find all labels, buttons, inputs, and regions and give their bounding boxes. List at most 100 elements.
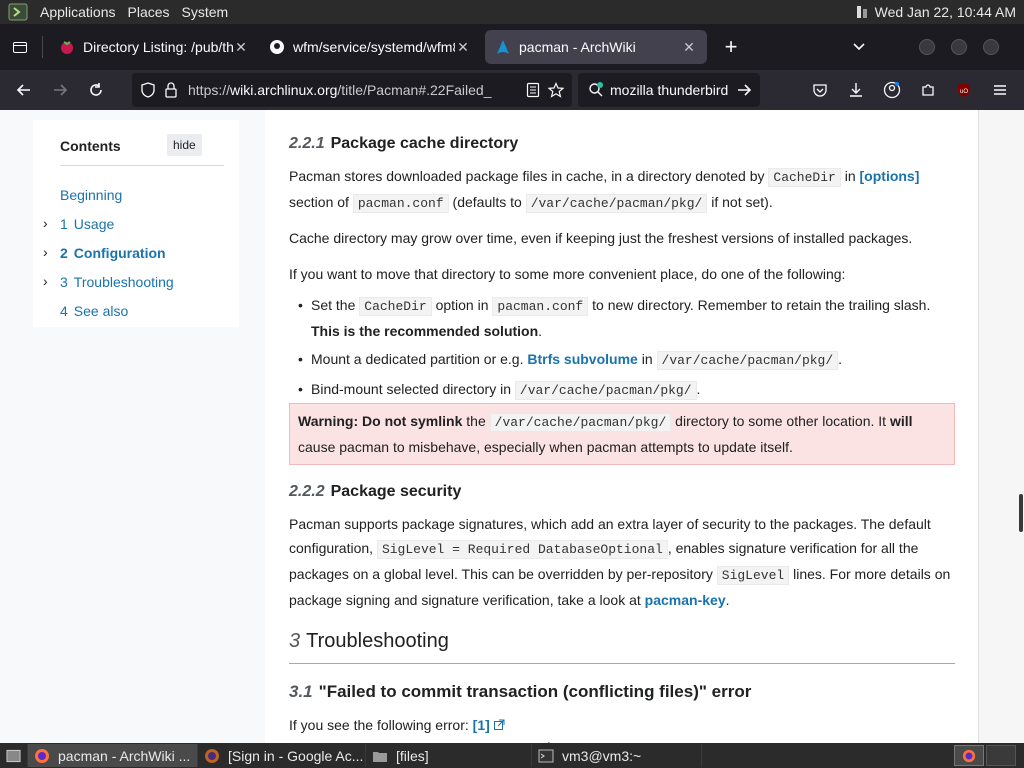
toc-heading: Contents <box>60 138 121 154</box>
tab-overview-button[interactable] <box>4 31 36 63</box>
ublock-button[interactable]: uO <box>948 74 980 106</box>
tab-title: pacman - ArchWiki <box>519 39 636 55</box>
tab-overview-icon <box>13 42 27 53</box>
toc-item-label: Beginning <box>60 187 123 203</box>
tab-close-icon[interactable]: ✕ <box>233 39 249 55</box>
applications-menu[interactable]: Applications <box>34 0 122 24</box>
show-desktop-button[interactable] <box>0 744 28 767</box>
taskbar-item-terminal[interactable]: vm3@vm3:~ <box>532 744 702 767</box>
link-btrfs-subvolume[interactable]: Btrfs subvolume <box>527 351 637 367</box>
lock-icon[interactable] <box>164 82 178 98</box>
search-go-arrow-icon[interactable] <box>736 82 752 98</box>
reader-view-icon[interactable] <box>526 82 540 98</box>
raspberry-favicon <box>61 41 73 54</box>
chevron-right-icon[interactable]: › <box>43 244 48 260</box>
emphasis: will <box>889 413 913 429</box>
toc-hide-button[interactable]: hide <box>167 134 202 156</box>
tab-github[interactable]: wfm/service/systemd/wfm8 ✕ <box>259 30 481 64</box>
account-button[interactable] <box>876 74 908 106</box>
taskbar-item-label: pacman - ArchWiki ... <box>58 747 191 764</box>
tab-directory-listing[interactable]: Directory Listing: /pub/thun ✕ <box>49 30 259 64</box>
list-all-tabs-button[interactable] <box>843 31 875 63</box>
system-top-bar: Applications Places System Wed Jan 22, 1… <box>0 0 1024 24</box>
new-tab-button[interactable]: + <box>715 31 747 63</box>
link-reference-1[interactable]: [1] <box>473 717 490 733</box>
link-options[interactable]: [options] <box>860 168 920 184</box>
toc-item-see-also[interactable]: 4 See also <box>60 303 128 319</box>
window-close-button[interactable] <box>983 39 999 55</box>
clock[interactable]: Wed Jan 22, 10:44 AM <box>869 4 1020 20</box>
section-title: "Failed to commit transaction (conflicti… <box>318 682 752 701</box>
app-menu-button[interactable] <box>984 74 1016 106</box>
text: to new directory. Remember to retain the… <box>592 297 931 313</box>
heading-package-cache-directory: 2.2.1 Package cache directory <box>289 135 518 153</box>
workspace-2[interactable] <box>986 745 1016 766</box>
article-body: 2.2.1 Package cache directory Pacman stor… <box>265 110 978 743</box>
text: in <box>844 168 856 184</box>
chevron-right-icon[interactable]: › <box>43 215 48 231</box>
url-bar[interactable]: https://wiki.archlinux.org/title/Pacman#… <box>132 73 572 107</box>
url-path: /title/Pacman#.22Failed_ <box>337 82 492 98</box>
tab-separator <box>42 36 43 58</box>
system-logo-icon[interactable] <box>8 3 28 21</box>
inline-code: /var/cache/pacman/pkg/ <box>489 413 672 432</box>
reload-button[interactable] <box>80 74 112 106</box>
places-menu[interactable]: Places <box>122 0 176 24</box>
terminal-icon <box>538 749 554 762</box>
pocket-button[interactable] <box>804 74 836 106</box>
toc-item-label: Usage <box>73 216 115 232</box>
back-button[interactable] <box>8 74 40 106</box>
text: cause pacman to misbehave, especially wh… <box>298 439 793 455</box>
taskbar-item-files[interactable]: [files] <box>366 744 532 767</box>
taskbar-item-firefox-archwiki[interactable]: pacman - ArchWiki ... <box>28 744 198 767</box>
toc-item-number: 2 <box>60 245 68 261</box>
system-menu[interactable]: System <box>176 0 235 24</box>
paragraph-error-intro: If you see the following error: [1] <box>289 713 955 737</box>
downloads-button[interactable] <box>840 74 872 106</box>
volume-icon[interactable] <box>855 4 869 20</box>
tab-title: Directory Listing: /pub/thun <box>83 39 233 55</box>
toc-item-troubleshooting[interactable]: 3 Troubleshooting <box>60 274 174 290</box>
taskbar: pacman - ArchWiki ... [Sign in - Google … <box>0 743 1024 768</box>
window-maximize-button[interactable] <box>951 39 967 55</box>
text: directory to some other location. It <box>675 413 887 429</box>
text: in <box>641 351 653 367</box>
chevron-down-icon <box>853 43 865 51</box>
right-margin <box>978 110 1024 743</box>
url-text[interactable]: https://wiki.archlinux.org/title/Pacman#… <box>188 82 518 98</box>
tab-close-icon[interactable]: ✕ <box>681 39 697 55</box>
toc-item-configuration[interactable]: 2 Configuration <box>60 245 166 261</box>
archlinux-icon <box>497 40 509 54</box>
url-host: wiki.archlinux.org <box>230 82 338 98</box>
text: . <box>538 323 543 339</box>
taskbar-item-label: [Sign in - Google Ac... <box>228 747 364 764</box>
toc-item-usage[interactable]: 1 Usage <box>60 216 114 232</box>
forward-button[interactable] <box>44 74 76 106</box>
list-item: Bind-mount selected directory in /var/ca… <box>289 377 955 403</box>
taskbar-item-google-signin[interactable]: [Sign in - Google Ac... <box>198 744 366 767</box>
svg-text:uO: uO <box>960 89 968 95</box>
paragraph-cache-intro: Pacman stores downloaded package files i… <box>289 164 955 216</box>
tab-close-icon[interactable]: ✕ <box>455 39 471 55</box>
github-icon <box>270 40 284 54</box>
section-title: Package cache directory <box>330 135 519 152</box>
workspace-switcher[interactable] <box>954 745 984 766</box>
section-divider <box>289 663 955 664</box>
toc-item-number: 3 <box>60 274 68 290</box>
link-pacman-key[interactable]: pacman-key <box>645 592 726 608</box>
page-scrollbar-thumb[interactable] <box>1019 494 1023 532</box>
inline-code: CacheDir <box>359 297 432 316</box>
chevron-right-icon[interactable]: › <box>43 273 48 289</box>
tab-archwiki-active[interactable]: pacman - ArchWiki ✕ <box>485 30 707 64</box>
extensions-button[interactable] <box>912 74 944 106</box>
web-content: Contents hide Beginning › 1 Usage › 2 Conf… <box>0 110 1024 743</box>
text: Mount a dedicated partition or e.g. <box>311 351 524 367</box>
bookmark-star-icon[interactable] <box>548 82 564 98</box>
tracking-protection-shield-icon[interactable] <box>140 82 156 98</box>
text: . <box>725 592 730 608</box>
options-list: Set the CacheDir option in pacman.conf t… <box>289 293 955 407</box>
search-input[interactable]: mozilla thunderbird <box>610 82 728 98</box>
search-bar[interactable]: mozilla thunderbird <box>578 73 760 107</box>
window-minimize-button[interactable] <box>919 39 935 55</box>
toc-item-beginning[interactable]: Beginning <box>60 187 122 203</box>
